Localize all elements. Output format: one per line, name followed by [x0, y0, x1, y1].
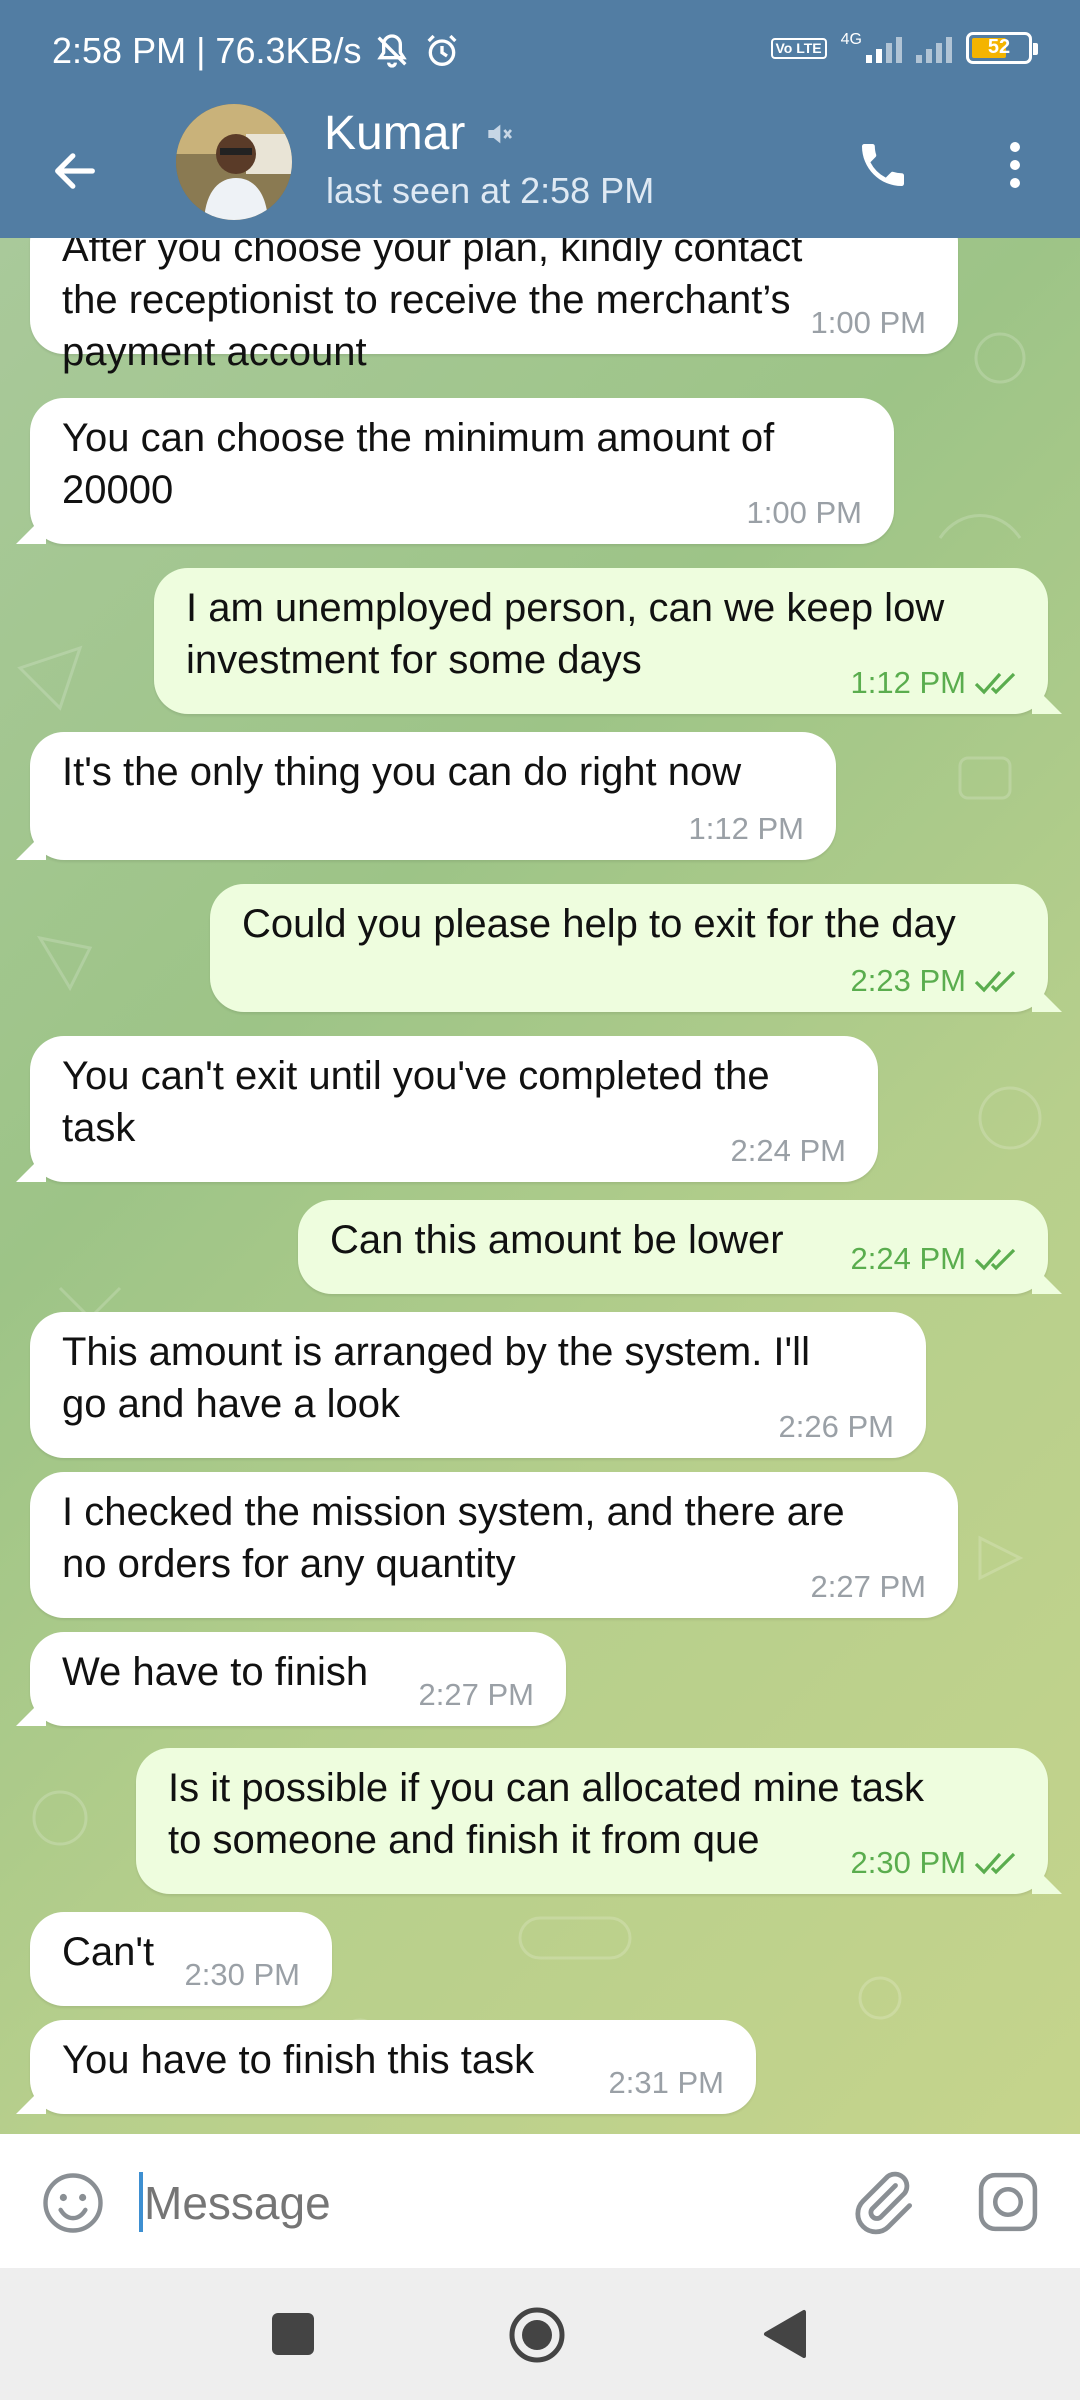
message-time: 2:24 PM: [850, 1241, 966, 1276]
message-text: Could you please help to exit for the da…: [242, 902, 956, 946]
message-time: 2:27 PM: [418, 1677, 534, 1712]
double-check-icon: [974, 970, 1016, 993]
back-button[interactable]: [40, 136, 110, 206]
message-bubble[interactable]: You can't exit until you've completed th…: [30, 1036, 878, 1182]
double-check-icon: [974, 1248, 1016, 1271]
chat-header: Kumar last seen at 2:58 PM: [0, 100, 1080, 238]
message-text: I checked the mission system, and there …: [62, 1490, 845, 1586]
message-text: This amount is arranged by the system. I…: [62, 1330, 810, 1426]
message-text: You can choose the minimum amount of 200…: [62, 416, 775, 512]
attach-icon[interactable]: [846, 2166, 918, 2238]
message-bubble[interactable]: I checked the mission system, and there …: [30, 1472, 958, 1618]
message-bubble[interactable]: This amount is arranged by the system. I…: [30, 1312, 926, 1458]
message-time: 1:12 PM: [688, 811, 804, 846]
mute-notifications-icon: [376, 34, 407, 68]
home-icon[interactable]: [508, 2306, 566, 2364]
message-bubble[interactable]: I am unemployed person, can we keep low …: [154, 568, 1048, 714]
message-bubble[interactable]: It's the only thing you can do right now…: [30, 732, 836, 860]
message-bubble[interactable]: We have to finish 2:27 PM: [30, 1632, 566, 1726]
message-time: 2:27 PM: [810, 1569, 926, 1604]
volte-indicator: Vo LTE: [770, 37, 827, 59]
message-time: 2:23 PM: [850, 963, 966, 998]
avatar-photo: [176, 104, 292, 220]
message-input[interactable]: [144, 2176, 804, 2230]
message-time: 2:31 PM: [608, 2065, 724, 2100]
status-time: 2:58 PM | 76.3KB/s: [52, 30, 362, 71]
contact-name: Kumar: [324, 107, 466, 160]
text-cursor: [139, 2172, 143, 2232]
last-seen: last seen at 2:58 PM: [326, 170, 655, 211]
message-bubble[interactable]: Is it possible if you can allocated mine…: [136, 1748, 1048, 1894]
chat-area[interactable]: After you choose your plan, kindly conta…: [0, 238, 1080, 2134]
alarm-icon: [427, 34, 457, 66]
back-icon[interactable]: [760, 2308, 808, 2360]
top-bar: 2:58 PM | 76.3KB/s Vo LTE 4G 52 Kumar la…: [0, 0, 1080, 238]
message-time: 2:30 PM: [850, 1845, 966, 1880]
emoji-icon[interactable]: [40, 2170, 106, 2236]
message-time: 2:26 PM: [778, 1409, 894, 1444]
double-check-icon: [974, 1852, 1016, 1875]
call-button[interactable]: [848, 130, 918, 200]
contact-name-area[interactable]: Kumar: [324, 106, 515, 161]
battery-level: 52: [987, 36, 1011, 58]
message-text: You can't exit until you've completed th…: [62, 1054, 770, 1150]
message-text: It's the only thing you can do right now: [62, 750, 742, 794]
message-bubble[interactable]: Could you please help to exit for the da…: [210, 884, 1048, 1012]
avatar[interactable]: [176, 104, 292, 220]
message-time: 2:24 PM: [730, 1133, 846, 1168]
more-vert-icon[interactable]: [990, 130, 1040, 200]
signal-icon-2: [916, 33, 952, 63]
message-time: 1:00 PM: [810, 305, 926, 340]
system-nav-bar: [0, 2268, 1080, 2400]
battery-icon: 52: [966, 32, 1038, 64]
message-bubble[interactable]: You can choose the minimum amount of 200…: [30, 398, 894, 544]
back-arrow-icon: [55, 153, 95, 189]
message-time: 1:00 PM: [746, 495, 862, 530]
message-composer: [0, 2134, 1080, 2268]
message-text: After you choose your plan, kindly conta…: [62, 238, 803, 374]
message-time: 2:30 PM: [184, 1957, 300, 1992]
message-bubble[interactable]: After you choose your plan, kindly conta…: [30, 238, 958, 374]
status-bar: 2:58 PM | 76.3KB/s Vo LTE 4G 52: [0, 0, 1080, 100]
muted-icon: [488, 124, 513, 143]
network-type: 4G: [840, 31, 862, 48]
phone-icon: [862, 144, 904, 186]
message-bubble[interactable]: You have to finish this task 2:31 PM: [30, 2020, 756, 2114]
message-time: 1:12 PM: [850, 665, 966, 700]
double-check-icon: [974, 672, 1016, 695]
message-bubble[interactable]: Can't 2:30 PM: [30, 1912, 332, 2006]
message-bubble[interactable]: Can this amount be lower 2:24 PM: [298, 1200, 1048, 1294]
camera-icon[interactable]: [974, 2168, 1042, 2236]
signal-icon: [866, 33, 902, 63]
recents-icon[interactable]: [272, 2313, 314, 2355]
